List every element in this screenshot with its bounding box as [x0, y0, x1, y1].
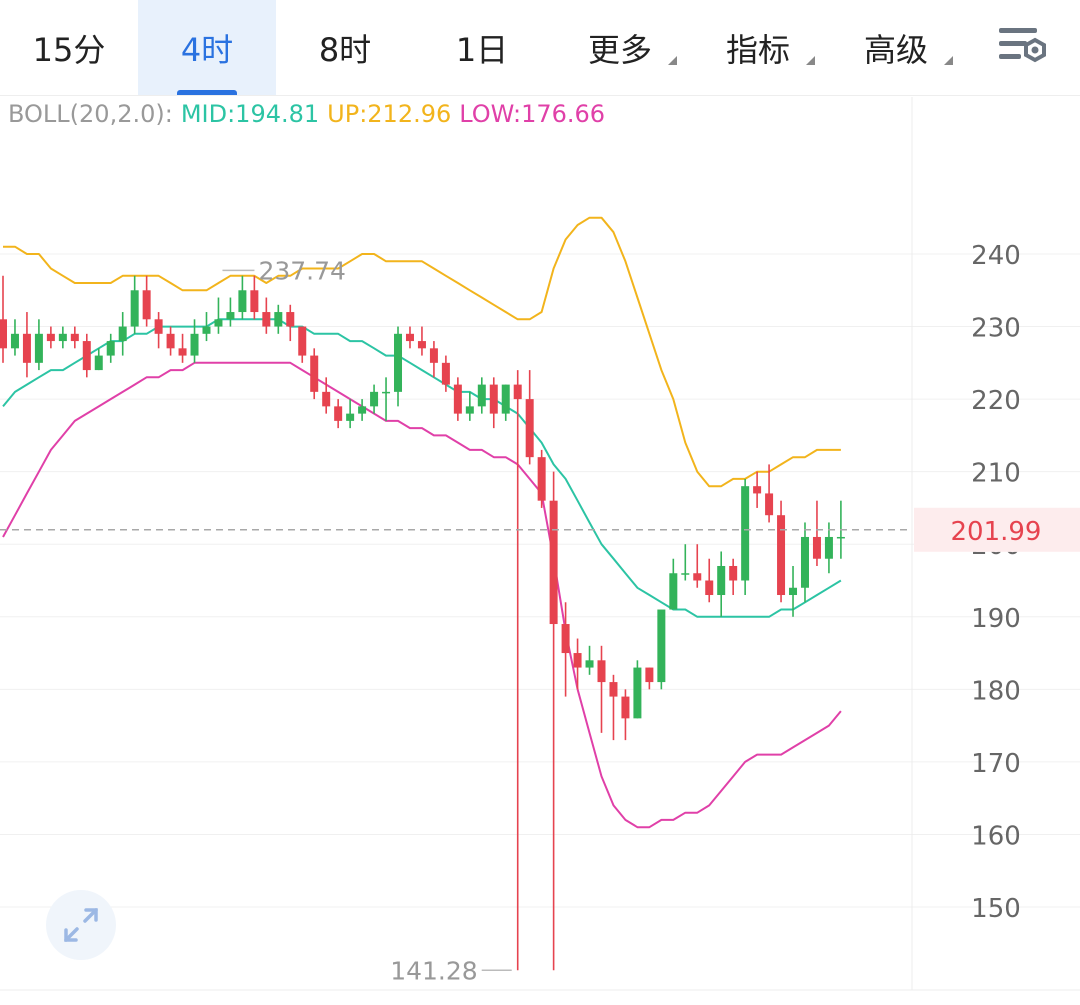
candle-body	[429, 348, 438, 363]
candle-body	[118, 326, 127, 342]
candle-body	[178, 348, 187, 356]
candle-body	[681, 573, 690, 575]
candle-body	[609, 682, 618, 697]
low-price-label: 141.28	[390, 956, 477, 985]
y-tick-label: 230	[971, 314, 1021, 344]
candle-body	[58, 333, 67, 342]
candle-body	[262, 312, 271, 327]
boll-lower-line	[2, 361, 842, 829]
candle-body	[836, 536, 845, 539]
candle-body	[142, 290, 151, 320]
candle-body	[477, 384, 486, 407]
candle-body	[537, 457, 546, 501]
candle-body	[789, 587, 798, 596]
candle-body	[585, 660, 594, 668]
fullscreen-button[interactable]	[46, 890, 116, 960]
price-markers: 237.74 141.28	[0, 256, 912, 985]
candle-body	[70, 333, 79, 342]
y-tick-label: 160	[971, 821, 1021, 851]
candle-body	[22, 333, 31, 363]
chart-settings-icon[interactable]	[995, 24, 1051, 68]
y-tick-label: 220	[971, 386, 1021, 416]
candles	[0, 275, 845, 971]
candle-body	[334, 406, 343, 421]
y-tick-label: 240	[971, 241, 1021, 271]
candle-body	[34, 333, 43, 363]
candle-body	[465, 406, 474, 414]
candle-body	[394, 333, 403, 392]
y-tick-label: 190	[971, 604, 1021, 634]
y-axis: 150160170180190200210220230240201.99	[914, 241, 1080, 924]
candle-body	[94, 355, 103, 371]
candle-body	[298, 326, 307, 356]
candle-body	[346, 413, 355, 421]
y-tick-label: 180	[971, 676, 1021, 706]
candle-body	[753, 486, 762, 494]
candle-body	[226, 312, 235, 320]
y-tick-label: 150	[971, 894, 1021, 924]
candle-body	[274, 312, 283, 327]
candle-body	[657, 609, 666, 683]
candle-body	[286, 312, 295, 327]
candle-body	[597, 660, 606, 683]
candle-body	[82, 341, 91, 371]
candle-body	[729, 565, 738, 581]
candle-body	[202, 326, 211, 334]
candle-body	[812, 536, 821, 559]
boll-mid-line	[2, 318, 842, 618]
candle-body	[417, 341, 426, 349]
bollinger-bands	[2, 216, 842, 829]
candle-body	[633, 667, 642, 719]
candle-body	[190, 333, 199, 356]
candle-body	[525, 399, 534, 458]
candle-body	[717, 565, 726, 596]
candle-body	[765, 493, 774, 516]
candle-body	[370, 391, 379, 407]
candle-body	[705, 580, 714, 596]
candle-body	[310, 355, 319, 392]
candle-body	[561, 624, 570, 654]
candle-body	[621, 696, 630, 719]
candle-body	[358, 406, 367, 414]
candle-body	[777, 515, 786, 596]
candle-body	[0, 319, 7, 349]
candle-body	[10, 333, 19, 349]
candle-body	[513, 384, 522, 400]
candle-body	[573, 653, 582, 668]
candle-body	[250, 290, 259, 313]
high-price-label: 237.74	[258, 256, 345, 285]
candle-body	[824, 536, 833, 559]
y-tick-label: 170	[971, 749, 1021, 779]
candlestick-chart[interactable]: 237.74141.28 150160170180190200210220230…	[0, 0, 1080, 1005]
candle-body	[382, 391, 391, 394]
candle-body	[154, 319, 163, 334]
candle-body	[322, 391, 331, 407]
y-tick-label: 210	[971, 459, 1021, 489]
candle-body	[238, 290, 247, 313]
candle-body	[166, 333, 175, 349]
candle-body	[405, 333, 414, 342]
candle-body	[130, 290, 139, 327]
candle-body	[693, 573, 702, 581]
candle-body	[453, 384, 462, 414]
candle-body	[669, 573, 678, 610]
candle-body	[741, 486, 750, 581]
candle-body	[800, 536, 809, 588]
current-price-value: 201.99	[951, 517, 1042, 547]
candle-body	[441, 362, 450, 385]
expand-arrows-icon	[64, 908, 98, 942]
candle-body	[489, 384, 498, 414]
candle-body	[214, 319, 223, 327]
candle-body	[645, 667, 654, 683]
candle-body	[106, 341, 115, 356]
candle-body	[501, 384, 510, 414]
candle-body	[46, 333, 55, 342]
candle-body	[549, 500, 558, 625]
